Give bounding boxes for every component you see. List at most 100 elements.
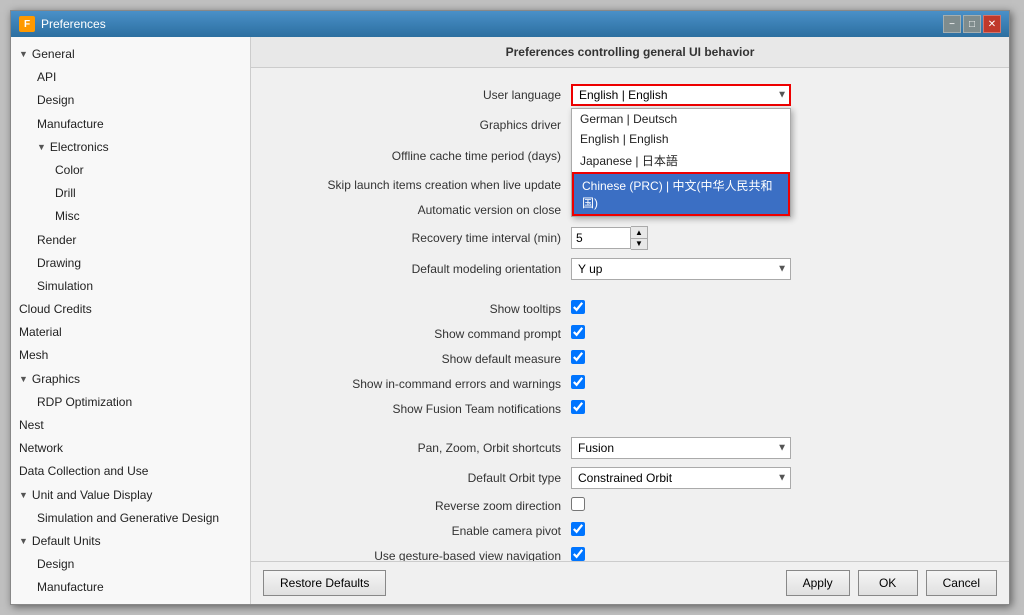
- sidebar-item-network[interactable]: Network: [11, 437, 250, 460]
- ok-button[interactable]: OK: [858, 570, 918, 596]
- use-gesture-label: Use gesture-based view navigation: [271, 549, 571, 562]
- sidebar-item-render[interactable]: Render: [11, 229, 250, 252]
- show-tooltips-label: Show tooltips: [271, 302, 571, 316]
- reverse-zoom-label: Reverse zoom direction: [271, 499, 571, 513]
- apply-button[interactable]: Apply: [786, 570, 850, 596]
- window-title: Preferences: [41, 17, 106, 31]
- show-default-measure-control: [571, 350, 585, 367]
- sidebar-item-rdp[interactable]: RDP Optimization: [11, 391, 250, 414]
- sidebar-label: API: [37, 68, 56, 87]
- sidebar-label: Simulation and Generative Design: [37, 602, 219, 605]
- pan-zoom-label: Pan, Zoom, Orbit shortcuts: [271, 441, 571, 455]
- default-orbit-select[interactable]: Constrained Orbit Free Orbit: [571, 467, 791, 489]
- spinbox-up-button[interactable]: ▲: [631, 227, 647, 238]
- bottom-bar: Restore Defaults Apply OK Cancel: [251, 561, 1009, 604]
- main-panel: Preferences controlling general UI behav…: [251, 37, 1009, 604]
- user-language-control: English | English ▼ German | Deutsch Eng…: [571, 84, 791, 106]
- title-bar-left: F Preferences: [19, 16, 106, 32]
- show-command-prompt-row: Show command prompt: [271, 325, 989, 342]
- skip-launch-label: Skip launch items creation when live upd…: [271, 178, 571, 192]
- sidebar-item-sim-gen-unit2[interactable]: Simulation and Generative Design: [11, 600, 250, 605]
- sidebar-item-misc[interactable]: Misc: [11, 205, 250, 228]
- show-command-prompt-checkbox[interactable]: [571, 325, 585, 339]
- sidebar-label: Material: [19, 323, 62, 342]
- enable-camera-label: Enable camera pivot: [271, 524, 571, 538]
- lang-option-german[interactable]: German | Deutsch: [572, 109, 790, 129]
- sidebar-item-sim-gen-unit[interactable]: Simulation and Generative Design: [11, 507, 250, 530]
- default-modeling-label: Default modeling orientation: [271, 262, 571, 276]
- user-language-select[interactable]: English | English: [571, 84, 791, 106]
- sidebar-item-api[interactable]: API: [11, 66, 250, 89]
- sidebar-item-simulation[interactable]: Simulation: [11, 275, 250, 298]
- close-button[interactable]: ✕: [983, 15, 1001, 33]
- panel-body: User language English | English ▼ German…: [251, 68, 1009, 561]
- sidebar-label: Color: [55, 161, 84, 180]
- pan-zoom-control: Fusion Maya SolidWorks ▼: [571, 437, 791, 459]
- sidebar-item-default-units[interactable]: ▼ Default Units: [11, 530, 250, 553]
- default-modeling-select[interactable]: Y up Z up: [571, 258, 791, 280]
- action-buttons: Apply OK Cancel: [786, 570, 997, 596]
- sidebar-item-color[interactable]: Color: [11, 159, 250, 182]
- sidebar-item-graphics[interactable]: ▼ Graphics: [11, 368, 250, 391]
- minimize-button[interactable]: −: [943, 15, 961, 33]
- reverse-zoom-checkbox[interactable]: [571, 497, 585, 511]
- sidebar-item-data-collection[interactable]: Data Collection and Use: [11, 460, 250, 483]
- sidebar-item-nest[interactable]: Nest: [11, 414, 250, 437]
- sidebar-label: Nest: [19, 416, 44, 435]
- sidebar-item-manufacture-unit[interactable]: Manufacture: [11, 576, 250, 599]
- expand-icon: ▼: [37, 140, 46, 154]
- default-modeling-row: Default modeling orientation Y up Z up ▼: [271, 258, 989, 280]
- show-command-prompt-label: Show command prompt: [271, 327, 571, 341]
- sidebar-label: Drill: [55, 184, 76, 203]
- reverse-zoom-control: [571, 497, 585, 514]
- sidebar-item-cloud-credits[interactable]: Cloud Credits: [11, 298, 250, 321]
- lang-option-chinese[interactable]: Chinese (PRC) | 中文(中华人民共和国): [572, 172, 790, 216]
- lang-option-english[interactable]: English | English: [572, 129, 790, 149]
- sidebar-label: Electronics: [50, 138, 109, 157]
- sidebar-label: Design: [37, 91, 74, 110]
- recovery-time-control: ▲ ▼: [571, 226, 648, 250]
- pan-zoom-row: Pan, Zoom, Orbit shortcuts Fusion Maya S…: [271, 437, 989, 459]
- sidebar-item-design-unit[interactable]: Design: [11, 553, 250, 576]
- sidebar-item-mesh[interactable]: Mesh: [11, 344, 250, 367]
- pan-zoom-select[interactable]: Fusion Maya SolidWorks: [571, 437, 791, 459]
- expand-icon: ▼: [19, 47, 28, 61]
- sidebar-label: Drawing: [37, 254, 81, 273]
- recovery-spinbox: ▲ ▼: [571, 226, 648, 250]
- expand-icon: ▼: [19, 372, 28, 386]
- sidebar-item-general[interactable]: ▼ General: [11, 43, 250, 66]
- show-errors-row: Show in-command errors and warnings: [271, 375, 989, 392]
- sidebar-item-unit-value[interactable]: ▼ Unit and Value Display: [11, 484, 250, 507]
- show-fusion-team-row: Show Fusion Team notifications: [271, 400, 989, 417]
- use-gesture-row: Use gesture-based view navigation: [271, 547, 989, 561]
- cancel-button[interactable]: Cancel: [926, 570, 997, 596]
- sidebar-item-drawing[interactable]: Drawing: [11, 252, 250, 275]
- sidebar-label: Render: [37, 231, 76, 250]
- use-gesture-checkbox[interactable]: [571, 547, 585, 561]
- user-language-label: User language: [271, 88, 571, 102]
- sidebar-label: Manufacture: [37, 115, 104, 134]
- maximize-button[interactable]: □: [963, 15, 981, 33]
- sidebar-item-drill[interactable]: Drill: [11, 182, 250, 205]
- app-icon: F: [19, 16, 35, 32]
- show-default-measure-checkbox[interactable]: [571, 350, 585, 364]
- show-tooltips-control: [571, 300, 585, 317]
- sidebar-item-material[interactable]: Material: [11, 321, 250, 344]
- sidebar-label: Network: [19, 439, 63, 458]
- recovery-time-input[interactable]: [571, 227, 631, 249]
- restore-defaults-button[interactable]: Restore Defaults: [263, 570, 386, 596]
- show-tooltips-checkbox[interactable]: [571, 300, 585, 314]
- sidebar-item-design[interactable]: Design: [11, 89, 250, 112]
- sidebar-label: Unit and Value Display: [32, 486, 153, 505]
- sidebar-label: Default Units: [32, 532, 101, 551]
- sidebar-item-manufacture[interactable]: Manufacture: [11, 113, 250, 136]
- enable-camera-checkbox[interactable]: [571, 522, 585, 536]
- sidebar-item-electronics[interactable]: ▼ Electronics: [11, 136, 250, 159]
- offline-cache-label: Offline cache time period (days): [271, 149, 571, 163]
- show-fusion-team-checkbox[interactable]: [571, 400, 585, 414]
- show-errors-checkbox[interactable]: [571, 375, 585, 389]
- default-orbit-row: Default Orbit type Constrained Orbit Fre…: [271, 467, 989, 489]
- show-fusion-team-control: [571, 400, 585, 417]
- lang-option-japanese[interactable]: Japanese | 日本語: [572, 149, 790, 172]
- spinbox-down-button[interactable]: ▼: [631, 238, 647, 249]
